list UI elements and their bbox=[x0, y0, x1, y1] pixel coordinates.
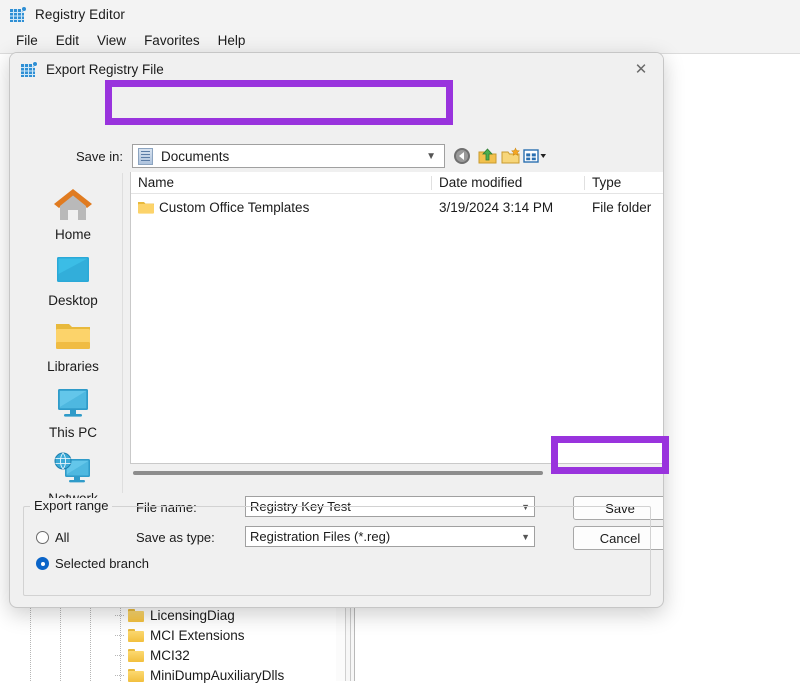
column-header-name[interactable]: Name bbox=[138, 175, 174, 190]
place-label: Home bbox=[54, 227, 91, 242]
menu-item-help[interactable]: Help bbox=[209, 31, 255, 50]
column-separator bbox=[584, 176, 585, 190]
export-registry-file-dialog: Export Registry File ✕ Save in: Document… bbox=[9, 52, 664, 608]
menu-item-edit[interactable]: Edit bbox=[47, 31, 88, 50]
export-range-option-all[interactable]: All bbox=[36, 530, 69, 545]
scrollbar-thumb[interactable] bbox=[133, 471, 543, 475]
registry-editor-icon bbox=[9, 5, 27, 23]
tree-item-mci-extensions[interactable]: MCI Extensions bbox=[115, 625, 245, 645]
menu-item-favorites[interactable]: Favorites bbox=[135, 31, 209, 50]
tree-item-minidumpauxiliarydlls[interactable]: MiniDumpAuxiliaryDlls bbox=[115, 665, 285, 685]
tree-elbow-icon bbox=[115, 635, 124, 636]
place-this-pc[interactable]: This PC bbox=[23, 384, 123, 440]
export-range-legend: Export range bbox=[30, 498, 113, 513]
menu-bar: File Edit View Favorites Help bbox=[0, 28, 800, 53]
tree-elbow-icon bbox=[115, 655, 124, 656]
tree-item-licensingdiag[interactable]: LicensingDiag bbox=[115, 605, 235, 625]
file-list-horizontal-scrollbar[interactable] bbox=[133, 469, 661, 478]
menu-item-view[interactable]: View bbox=[88, 31, 135, 50]
close-icon[interactable]: ✕ bbox=[619, 53, 663, 85]
place-label: This PC bbox=[48, 425, 97, 440]
back-icon[interactable] bbox=[452, 146, 473, 166]
tree-item-label: MCI Extensions bbox=[150, 627, 245, 643]
menu-item-file[interactable]: File bbox=[7, 31, 47, 50]
place-label: Libraries bbox=[47, 359, 99, 374]
folder-icon bbox=[128, 608, 144, 622]
column-header-type[interactable]: Type bbox=[592, 175, 621, 190]
place-desktop[interactable]: Desktop bbox=[23, 252, 123, 308]
file-list[interactable]: Name Date modified Type Custom Office Te… bbox=[130, 172, 663, 464]
dialog-titlebar: Export Registry File bbox=[10, 53, 663, 85]
window-title: Registry Editor bbox=[35, 6, 126, 22]
tree-item-mci32[interactable]: MCI32 bbox=[115, 645, 190, 665]
column-separator bbox=[431, 176, 432, 190]
save-in-value: Documents bbox=[161, 148, 230, 164]
export-range-option-selected-branch[interactable]: Selected branch bbox=[36, 556, 149, 571]
column-header-date-modified[interactable]: Date modified bbox=[439, 175, 522, 190]
radio-icon[interactable] bbox=[36, 531, 49, 544]
folder-icon bbox=[128, 628, 144, 642]
file-name-cell: Custom Office Templates bbox=[159, 200, 310, 215]
export-range-group bbox=[23, 506, 651, 596]
desktop-icon bbox=[57, 257, 89, 282]
new-folder-icon[interactable] bbox=[500, 146, 521, 166]
libraries-folder-icon bbox=[56, 324, 90, 349]
this-pc-monitor-icon bbox=[58, 389, 88, 417]
tree-item-label: LicensingDiag bbox=[150, 607, 235, 623]
tree-elbow-icon bbox=[115, 615, 124, 616]
network-icon bbox=[54, 452, 90, 483]
registry-editor-icon bbox=[20, 60, 38, 78]
folder-icon bbox=[128, 648, 144, 662]
radio-label: All bbox=[55, 530, 70, 545]
save-in-combobox[interactable]: Documents ▼ bbox=[132, 144, 445, 168]
views-icon[interactable] bbox=[522, 146, 548, 166]
folder-icon bbox=[138, 201, 154, 214]
file-date-cell: 3/19/2024 3:14 PM bbox=[439, 200, 554, 215]
file-list-row[interactable]: Custom Office Templates 3/19/2024 3:14 P… bbox=[131, 198, 663, 219]
home-icon bbox=[54, 189, 92, 220]
chevron-down-icon: ▼ bbox=[426, 150, 436, 162]
registry-editor-titlebar: Registry Editor bbox=[0, 0, 800, 28]
documents-folder-icon bbox=[138, 147, 153, 165]
tree-elbow-icon bbox=[115, 675, 124, 676]
tree-item-label: MiniDumpAuxiliaryDlls bbox=[150, 667, 285, 683]
file-type-cell: File folder bbox=[592, 200, 652, 215]
radio-icon-selected[interactable] bbox=[36, 557, 49, 570]
place-home[interactable]: Home bbox=[23, 186, 123, 242]
tree-item-label: MCI32 bbox=[150, 647, 190, 663]
save-in-label: Save in: bbox=[76, 149, 123, 164]
radio-label: Selected branch bbox=[55, 556, 149, 571]
places-bar: Home Desktop Libraries This PC bbox=[23, 173, 123, 506]
up-folder-icon[interactable] bbox=[477, 146, 498, 166]
file-list-header: Name Date modified Type bbox=[131, 172, 663, 194]
place-label: Desktop bbox=[48, 293, 98, 308]
place-libraries[interactable]: Libraries bbox=[23, 318, 123, 374]
dialog-title: Export Registry File bbox=[46, 61, 164, 77]
